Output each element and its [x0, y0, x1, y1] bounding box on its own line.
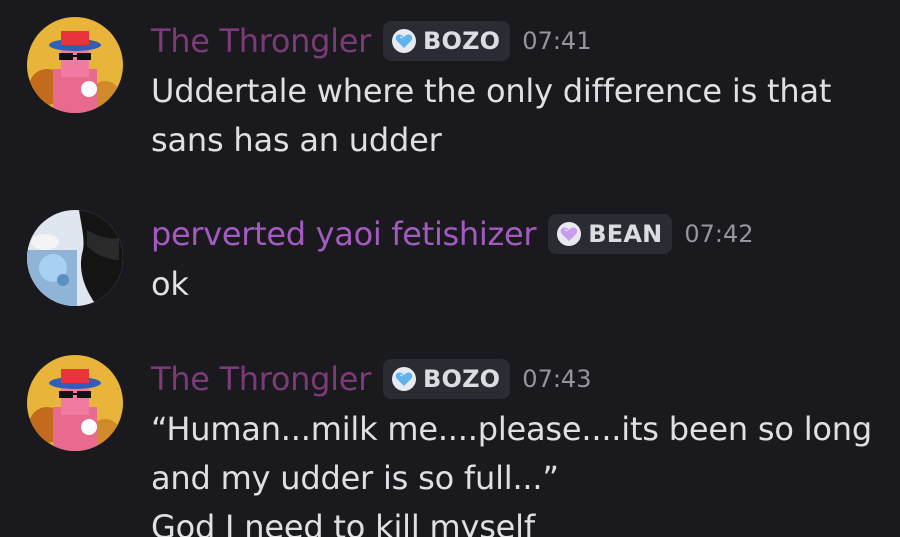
message-line: “Human...milk me....please....its been s… [151, 410, 872, 448]
role-tag[interactable]: BOZO [382, 21, 511, 61]
avatar-throngler-image [27, 17, 123, 113]
avatar[interactable] [27, 210, 123, 306]
message-1: The Throngler BOZO 07:41 Uddertale where… [0, 17, 900, 167]
message-header: The Throngler BOZO 07:43 [151, 355, 591, 403]
role-tag-label: BOZO [422, 27, 501, 55]
timestamp: 07:41 [522, 27, 592, 55]
role-tag-label: BEAN [588, 220, 663, 248]
role-tag[interactable]: BEAN [548, 214, 673, 254]
username[interactable]: perverted yaoi fetishizer [151, 215, 537, 253]
timestamp: 07:42 [684, 220, 754, 248]
blue-heart-icon [391, 367, 416, 391]
message-content: ok [151, 260, 871, 309]
message-header: The Throngler BOZO 07:41 [151, 17, 591, 65]
message-list: The Throngler BOZO 07:41 Uddertale where… [0, 0, 900, 537]
message-content: “Human...milk me....please....its been s… [151, 405, 872, 537]
timestamp: 07:43 [522, 365, 592, 393]
message-line: and my udder is so full...” [151, 459, 559, 497]
purple-heart-icon [557, 222, 582, 246]
username[interactable]: The Throngler [151, 22, 371, 60]
username[interactable]: The Throngler [151, 360, 371, 398]
role-tag-label: BOZO [422, 365, 501, 393]
avatar[interactable] [27, 355, 123, 451]
message-line: sans has an udder [151, 121, 442, 159]
avatar-throngler-image [27, 355, 123, 451]
avatar[interactable] [27, 17, 123, 113]
message-line: ok [151, 265, 189, 303]
message-2: perverted yaoi fetishizer BEAN 07:42 ok [0, 210, 900, 310]
message-content: Uddertale where the only difference is t… [151, 67, 871, 165]
message-3: The Throngler BOZO 07:43 “Human...milk m… [0, 355, 900, 537]
message-header: perverted yaoi fetishizer BEAN 07:42 [151, 210, 754, 258]
role-tag[interactable]: BOZO [382, 359, 511, 399]
avatar-yaoi-image [27, 210, 123, 306]
message-line: Uddertale where the only difference is t… [151, 72, 832, 110]
blue-heart-icon [391, 29, 416, 53]
message-line: God I need to kill myself [151, 508, 535, 537]
